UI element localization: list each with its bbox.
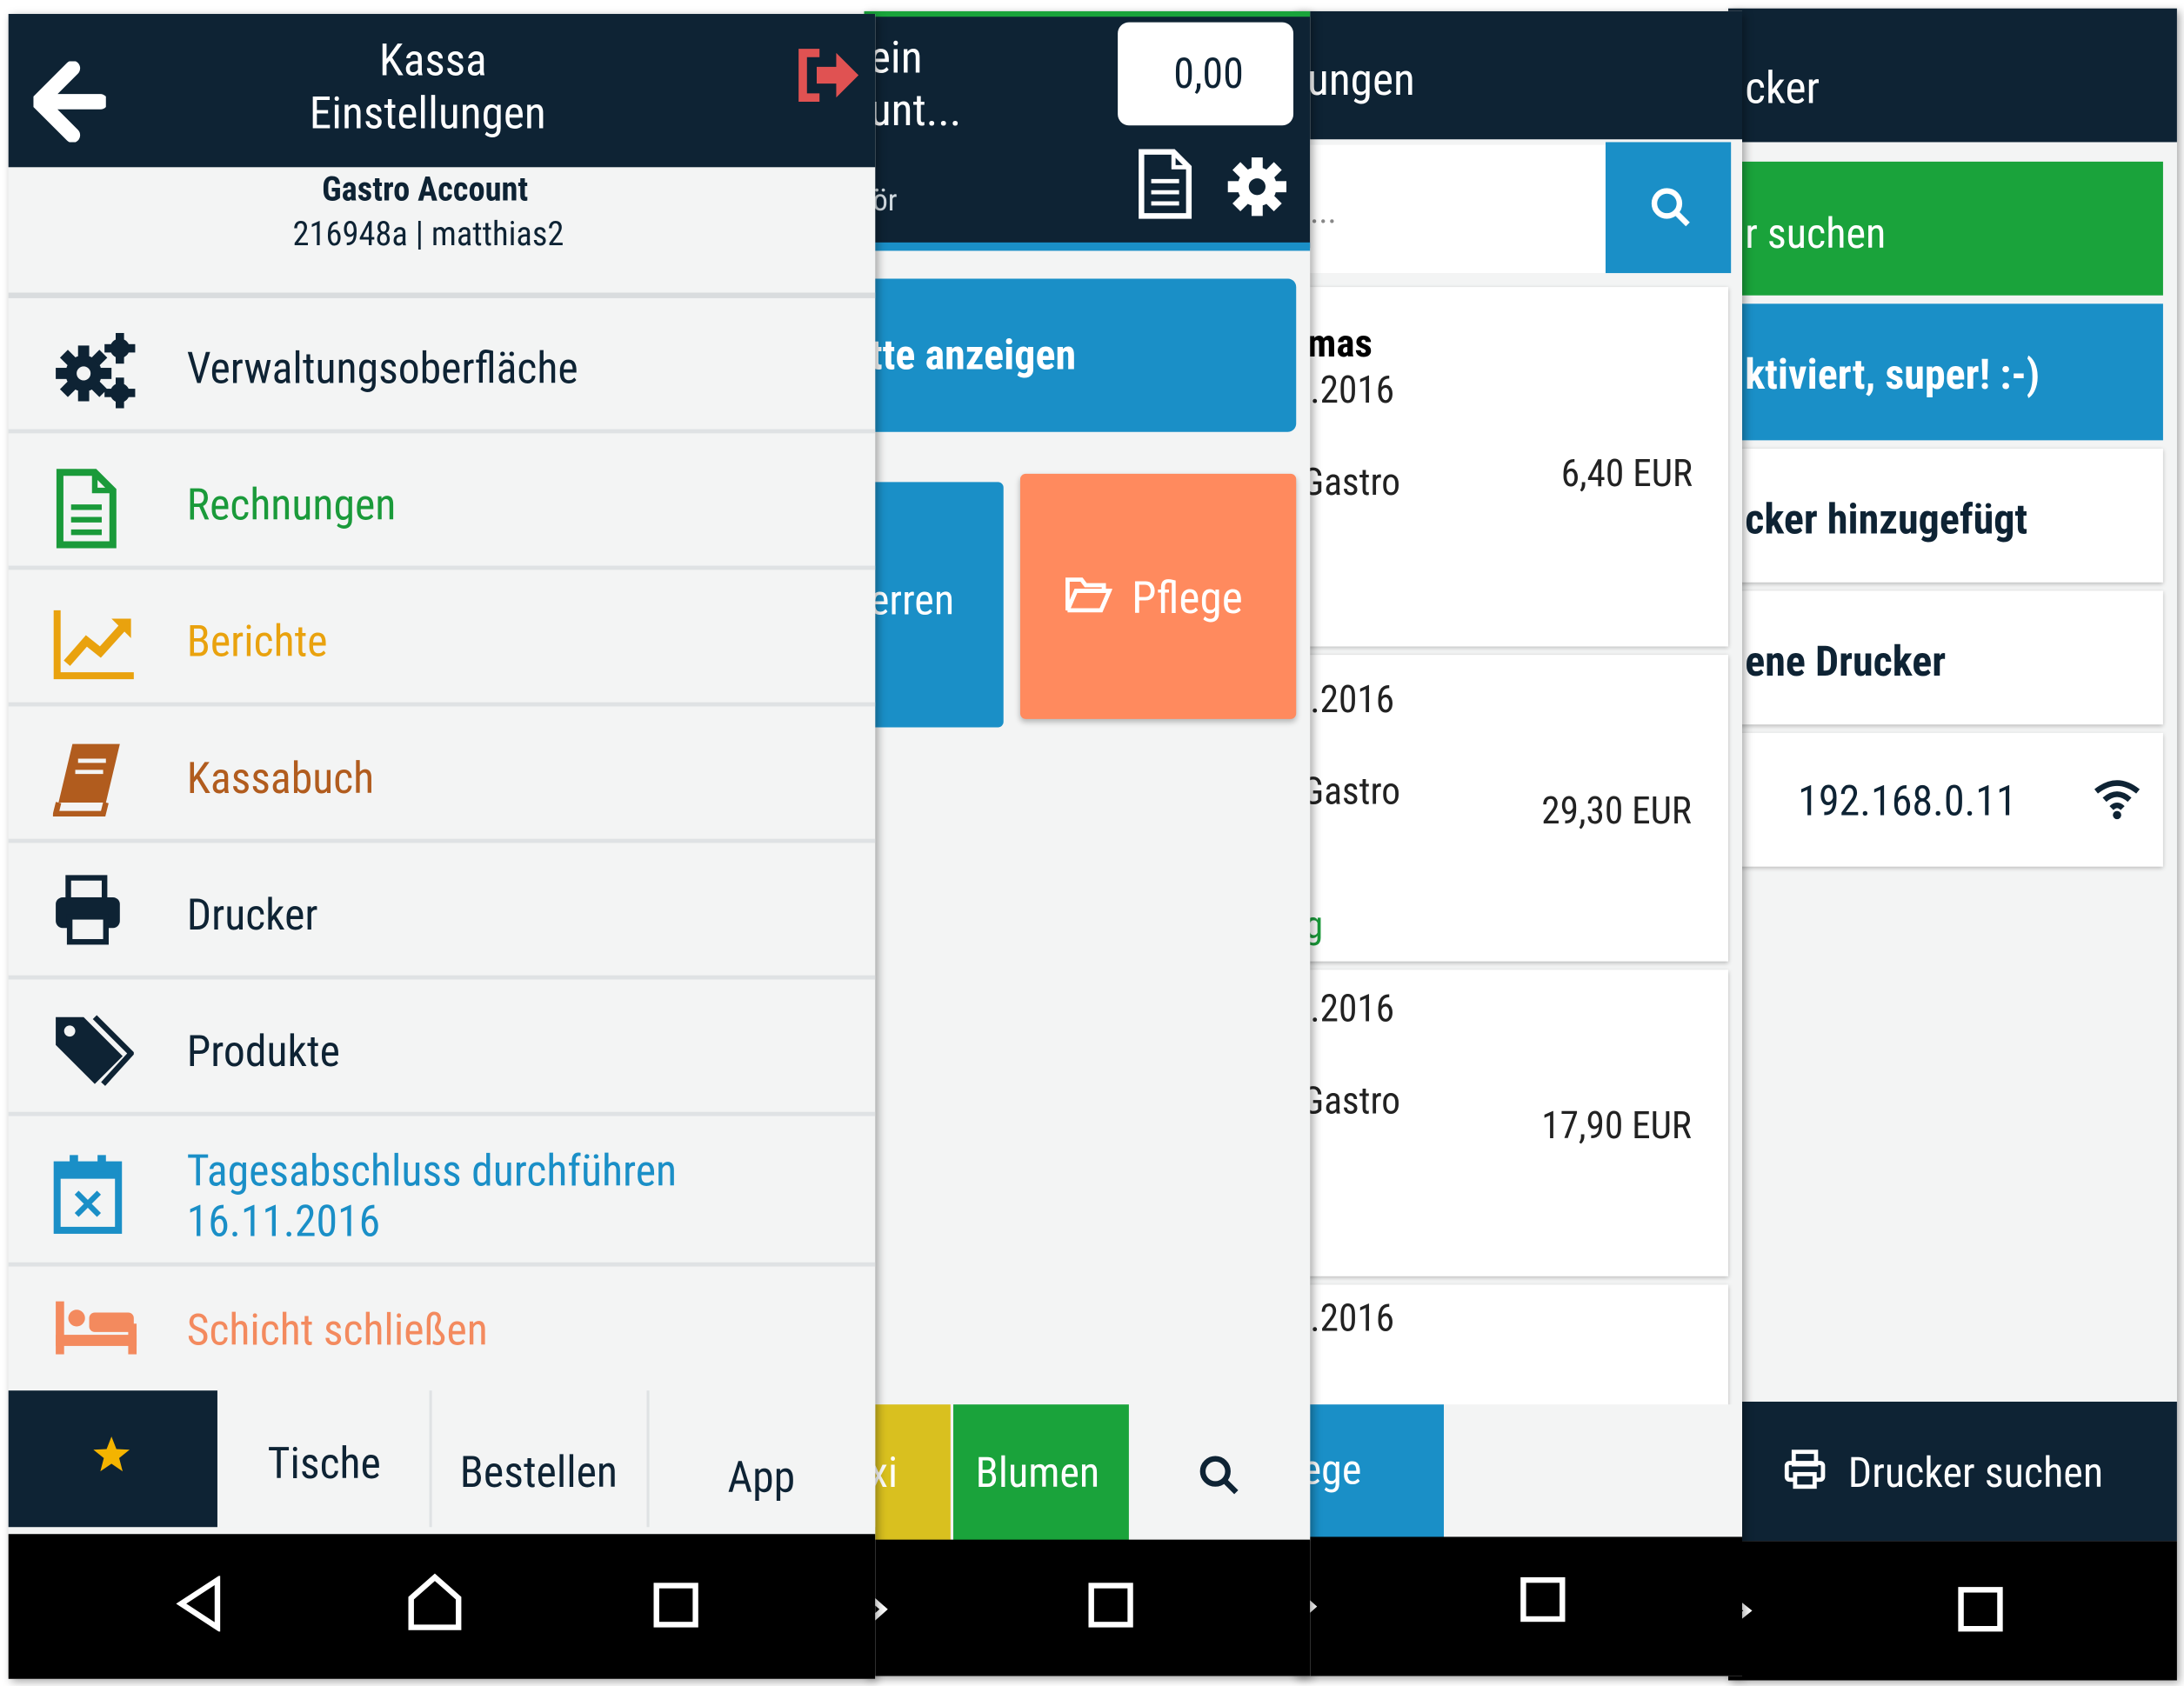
tile-blue-label: erren xyxy=(869,576,955,626)
home-nav-icon[interactable] xyxy=(407,1573,463,1631)
invoice-date: .2016 xyxy=(1310,368,1395,413)
subtitle: ör xyxy=(872,183,898,219)
title-line1: ein xyxy=(869,30,923,84)
invoice-account: Gastro xyxy=(1301,1078,1400,1123)
wifi-icon xyxy=(2094,780,2141,820)
gears-icon xyxy=(56,332,136,409)
printer-added-text: cker hinzugefügt xyxy=(1745,496,2028,545)
search-icon xyxy=(1651,188,1690,227)
invoice-amount: 17,90 EUR xyxy=(1541,1103,1692,1149)
search-printer-label: r suchen xyxy=(1745,210,1887,260)
app-screenshots-collage: cker r suchen ktiviert, super! :-) cker … xyxy=(0,0,2184,1686)
page-title: cker xyxy=(1745,61,1820,115)
tab-order-label: Bestellen xyxy=(459,1446,618,1498)
invoice-amount: 29,30 EUR xyxy=(1541,788,1692,834)
recents-nav-icon[interactable] xyxy=(652,1582,699,1629)
page-title: ungen xyxy=(1307,52,1415,106)
printer-icon xyxy=(1784,1449,1826,1489)
account-name: Gastro Account xyxy=(322,170,529,210)
menu-label-printer: Drucker xyxy=(186,889,318,941)
logout-icon[interactable] xyxy=(794,44,861,106)
menu-item-cashbook[interactable] xyxy=(9,706,876,840)
bottom-search-label: Drucker suchen xyxy=(1847,1449,2104,1498)
invoice-amount: 6,40 EUR xyxy=(1560,451,1693,496)
recents-nav-icon[interactable] xyxy=(1519,1576,1566,1623)
found-printers-text: ene Drucker xyxy=(1745,637,1947,687)
android-navbar xyxy=(1293,1536,1742,1676)
tab-app-label: App xyxy=(727,1451,796,1503)
tab-blumen-label: Blumen xyxy=(975,1449,1100,1498)
android-navbar xyxy=(864,1539,1311,1676)
account-id: 216948a | matthias2 xyxy=(292,214,564,254)
printer-screen: cker r suchen ktiviert, super! :-) cker … xyxy=(1727,8,2177,1681)
menu-label-cashbook: Kassabuch xyxy=(186,752,375,804)
invoice-account: Gastro xyxy=(1301,769,1400,814)
menu-item-reports[interactable] xyxy=(9,570,876,703)
menu-item-invoices[interactable] xyxy=(9,433,876,567)
chart-line-icon xyxy=(53,610,134,680)
folder-icon xyxy=(1065,577,1112,613)
show-button-label: tte anzeigen xyxy=(869,331,1077,381)
menu-label-close-shift: Schicht schließen xyxy=(186,1303,488,1356)
menu-item-products[interactable] xyxy=(9,979,876,1113)
search-placeholder: ... xyxy=(1310,192,1337,231)
tab-tables-label: Tische xyxy=(267,1437,381,1489)
printer-ip: 192.168.0.11 xyxy=(1798,777,2017,827)
page-title-line1: Kassa xyxy=(378,33,487,87)
invoice-date: .2016 xyxy=(1310,1296,1395,1341)
tab-pflege-label: ege xyxy=(1301,1446,1362,1496)
gear-icon[interactable] xyxy=(1226,156,1288,217)
search-icon xyxy=(1199,1456,1239,1495)
book-icon xyxy=(52,743,120,817)
document-icon[interactable] xyxy=(1138,148,1193,220)
star-icon xyxy=(93,1436,130,1472)
activated-text: ktiviert, super! :-) xyxy=(1745,350,2040,400)
menu-label-reports: Berichte xyxy=(186,616,328,668)
printer-icon xyxy=(56,875,120,945)
order-screen: ein unt... 0,00 ör tte anzeigen erren Pf… xyxy=(864,10,1311,1676)
invoices-screen: ungen ... mas .2016 Gastro 6,40 EUR .201… xyxy=(1293,10,1742,1676)
calendar-x-icon xyxy=(53,1155,123,1234)
menu-label-day-close-date: 16.11.2016 xyxy=(186,1195,381,1248)
menu-label-day-close: Tagesabschluss durchführen xyxy=(186,1145,678,1197)
menu-label-products: Produkte xyxy=(186,1025,340,1077)
tags-icon xyxy=(56,1015,134,1086)
amount-value: 0,00 xyxy=(1173,50,1244,99)
android-navbar xyxy=(1727,1541,2177,1681)
back-arrow-icon[interactable] xyxy=(33,61,106,143)
page-title-line2: Einstellungen xyxy=(309,86,546,140)
tab-empty[interactable] xyxy=(1444,1404,1742,1539)
header-accent xyxy=(864,10,1311,17)
invoice-date: .2016 xyxy=(1310,676,1395,723)
recents-nav-icon[interactable] xyxy=(1087,1582,1134,1629)
settings-screen: Kassa Einstellungen Gastro Account 21694… xyxy=(8,14,876,1679)
menu-label-admin: Verwaltungsoberfläche xyxy=(186,343,578,395)
invoice-name: mas xyxy=(1307,320,1373,367)
title-line2: unt... xyxy=(869,83,962,137)
document-icon xyxy=(56,469,117,549)
invoice-account: Gastro xyxy=(1301,459,1400,505)
recents-nav-icon[interactable] xyxy=(1957,1586,2004,1633)
bed-icon xyxy=(56,1301,137,1355)
menu-item-printer[interactable] xyxy=(9,843,876,976)
invoice-date: .2016 xyxy=(1310,986,1395,1031)
header-blue-line xyxy=(864,242,1311,251)
android-navbar xyxy=(8,1534,876,1679)
back-nav-icon[interactable] xyxy=(176,1576,223,1632)
menu-label-invoices: Rechnungen xyxy=(186,479,397,531)
tile-pflege-label: Pflege xyxy=(1132,570,1243,624)
